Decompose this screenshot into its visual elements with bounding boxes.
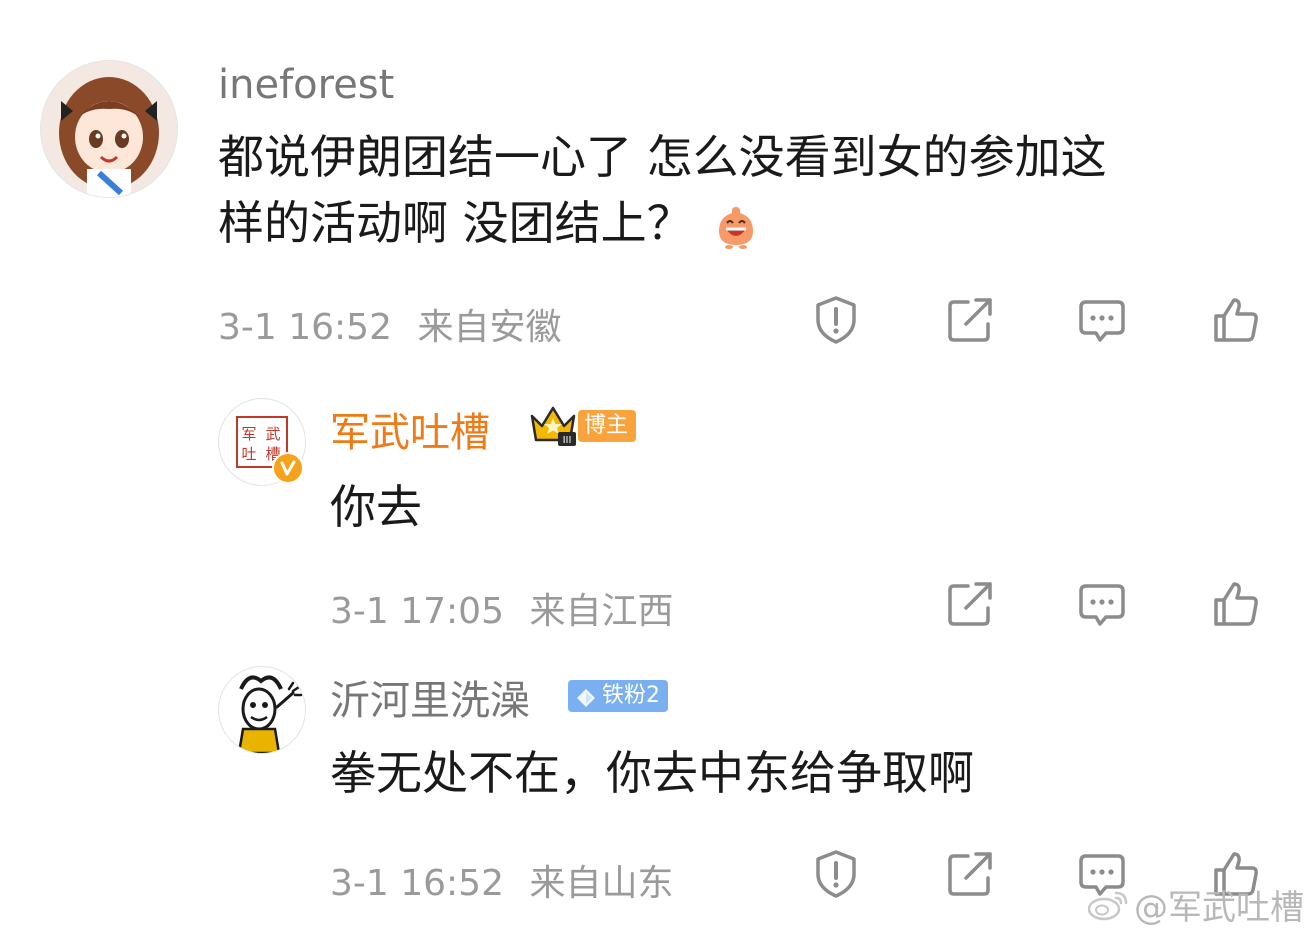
- comment-location: 来自安徽: [417, 307, 562, 348]
- like-button[interactable]: [1210, 294, 1262, 346]
- watermark-text: @军武吐槽: [1134, 888, 1304, 928]
- thumbs-up-icon: [1214, 298, 1258, 342]
- comment-username[interactable]: 军武吐槽: [330, 400, 490, 458]
- diamond-icon: [576, 686, 596, 707]
- reply-button[interactable]: [1076, 294, 1128, 346]
- reply-button[interactable]: [1076, 578, 1128, 630]
- comment-username[interactable]: ineforest: [218, 62, 394, 108]
- share-button[interactable]: [944, 578, 996, 630]
- crown-icon: III: [528, 402, 578, 448]
- iron-fan-badge-label: 铁粉2: [602, 683, 660, 708]
- report-icon: [816, 296, 856, 344]
- share-button[interactable]: [944, 848, 996, 900]
- share-icon: [948, 582, 992, 626]
- verified-badge-icon: [272, 452, 304, 484]
- comment-timestamp: 3-1 17:05: [330, 591, 504, 632]
- comment-meta: 3-1 16:52 来自山东: [330, 854, 673, 906]
- cartoon-character-avatar-icon: [237, 675, 303, 753]
- avatar-ineforest[interactable]: [40, 60, 178, 198]
- weibo-watermark: @军武吐槽: [1086, 880, 1304, 929]
- comment-icon: [1079, 584, 1125, 626]
- report-icon: [816, 850, 856, 898]
- blogger-badge: 博主: [578, 410, 637, 442]
- weibo-logo-icon: [1086, 887, 1130, 923]
- report-button[interactable]: [810, 294, 862, 346]
- comment-text: 拳无处不在，你去中东给争取啊: [330, 746, 974, 800]
- comment-meta: 3-1 17:05 来自江西: [330, 582, 673, 634]
- thumbs-up-icon: [1214, 582, 1258, 626]
- comment-text-line: 样的活动啊 没团结上？: [218, 196, 693, 250]
- comment-timestamp: 3-1 16:52: [218, 307, 392, 348]
- share-button[interactable]: [944, 294, 996, 346]
- share-icon: [948, 298, 992, 342]
- comment-text: 你去: [330, 480, 422, 534]
- anime-girl-avatar-icon: [59, 77, 159, 197]
- svg-text:吐: 吐: [241, 445, 256, 463]
- report-button[interactable]: [810, 848, 862, 900]
- iron-fan-badge: 铁粉2: [568, 680, 668, 712]
- laughing-emoji-icon: [713, 200, 759, 249]
- comment-text-line: 都说伊朗团结一心了 怎么没看到女的参加这: [218, 130, 1107, 184]
- svg-text:武: 武: [265, 425, 280, 443]
- comment-location: 来自山东: [529, 863, 674, 904]
- comment-text: 都说伊朗团结一心了 怎么没看到女的参加这 样的活动啊 没团结上？: [218, 124, 1278, 256]
- avatar-yiheli[interactable]: [218, 666, 306, 754]
- comment-meta: 3-1 16:52 来自安徽: [218, 298, 561, 350]
- comment-username[interactable]: 沂河里洗澡: [330, 668, 530, 726]
- share-icon: [948, 852, 992, 896]
- like-button[interactable]: [1210, 578, 1262, 630]
- comment-location: 来自江西: [529, 591, 674, 632]
- comment-timestamp: 3-1 16:52: [330, 863, 504, 904]
- svg-text:军: 军: [241, 425, 256, 443]
- comment-icon: [1079, 300, 1125, 342]
- svg-text:III: III: [563, 435, 572, 446]
